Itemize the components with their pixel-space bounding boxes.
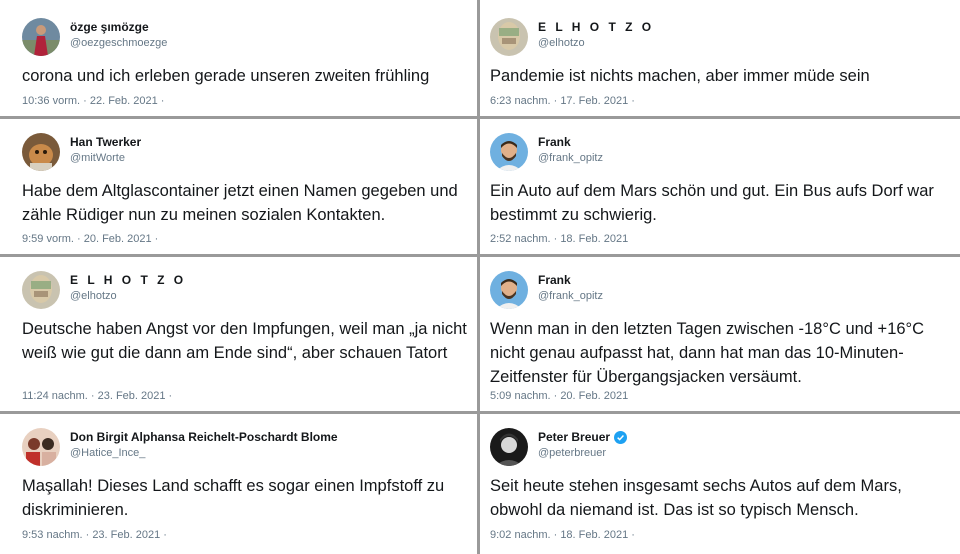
tweet-text: Maşallah! Dieses Land schafft es sogar e… [22, 477, 445, 519]
tweet-text: Pandemie ist nichts machen, aber immer m… [490, 67, 870, 85]
user-handle[interactable]: @oezgeschmoezge [70, 37, 167, 49]
tweet-text: Seit heute stehen insgesamt sechs Autos … [490, 477, 902, 519]
tweet-card[interactable]: Frank @frank_opitz Ein Auto auf dem Mars… [480, 121, 946, 253]
user-handle[interactable]: @mitWorte [70, 152, 125, 164]
tweet-card[interactable]: Han Twerker @mitWorte Habe dem Altglasco… [12, 121, 475, 253]
tweet-text: Wenn man in den letzten Tagen zwischen -… [490, 320, 925, 386]
user-handle[interactable]: @frank_opitz [538, 152, 603, 164]
tweet-card[interactable]: Peter Breuer @peterbreuer Seit heute ste… [480, 416, 946, 549]
tweet-timestamp[interactable]: 9:59 vorm. · 20. Feb. 2021 · [22, 233, 158, 245]
display-name[interactable]: Peter Breuer [538, 430, 628, 444]
user-handle[interactable]: @frank_opitz [538, 290, 603, 302]
display-name[interactable]: Han Twerker [70, 135, 141, 149]
column-divider [477, 0, 480, 554]
pixelated-face-avatar[interactable] [22, 271, 60, 309]
user-handle[interactable]: @peterbreuer [538, 447, 606, 459]
tweet-text: Habe dem Altglascontainer jetzt einen Na… [22, 182, 458, 224]
tweet-card[interactable]: Frank @frank_opitz Wenn man in den letzt… [480, 259, 946, 410]
user-handle[interactable]: @elhotzo [538, 37, 585, 49]
bearded-man-avatar[interactable] [490, 271, 528, 309]
tweet-text: Deutsche haben Angst vor den Impfungen, … [22, 320, 467, 362]
display-name[interactable]: E L H O T Z O [70, 273, 186, 287]
display-name[interactable]: Frank [538, 273, 571, 287]
display-name[interactable]: Frank [538, 135, 571, 149]
display-name[interactable]: Don Birgit Alphansa Reichelt-Poschardt B… [70, 430, 338, 444]
bw-portrait-avatar[interactable] [490, 428, 528, 466]
woman-red-dress-avatar[interactable] [22, 18, 60, 56]
tweet-card[interactable]: E L H O T Z O @elhotzo Deutsche haben An… [12, 259, 475, 410]
tweet-collage: özge şımözge @oezgeschmoezge corona und … [0, 0, 960, 554]
tweet-text: Ein Auto auf dem Mars schön und gut. Ein… [490, 182, 934, 224]
group-photo-avatar[interactable] [22, 428, 60, 466]
display-name[interactable]: özge şımözge [70, 20, 149, 34]
pixelated-face-avatar[interactable] [490, 18, 528, 56]
row-divider [0, 254, 960, 257]
tweet-timestamp[interactable]: 11:24 nachm. · 23. Feb. 2021 · [22, 390, 172, 402]
tweet-timestamp[interactable]: 10:36 vorm. · 22. Feb. 2021 · [22, 95, 164, 107]
row-divider [0, 411, 960, 414]
tweet-card[interactable]: E L H O T Z O @elhotzo Pandemie ist nich… [480, 6, 946, 115]
dog-avatar[interactable] [22, 133, 60, 171]
display-name[interactable]: E L H O T Z O [538, 20, 654, 34]
user-handle[interactable]: @elhotzo [70, 290, 117, 302]
bearded-man-avatar[interactable] [490, 133, 528, 171]
tweet-card[interactable]: özge şımözge @oezgeschmoezge corona und … [12, 6, 475, 115]
user-handle[interactable]: @Hatice_Ince_ [70, 447, 145, 459]
verified-badge-icon [614, 430, 628, 444]
tweet-timestamp[interactable]: 6:23 nachm. · 17. Feb. 2021 · [490, 95, 635, 107]
row-divider [0, 116, 960, 119]
tweet-timestamp[interactable]: 9:53 nachm. · 23. Feb. 2021 · [22, 529, 167, 541]
tweet-card[interactable]: Don Birgit Alphansa Reichelt-Poschardt B… [12, 416, 475, 549]
tweet-text: corona und ich erleben gerade unseren zw… [22, 67, 430, 85]
tweet-timestamp[interactable]: 5:09 nachm. · 20. Feb. 2021 [490, 390, 628, 402]
tweet-timestamp[interactable]: 9:02 nachm. · 18. Feb. 2021 · [490, 529, 635, 541]
tweet-timestamp[interactable]: 2:52 nachm. · 18. Feb. 2021 [490, 233, 628, 245]
